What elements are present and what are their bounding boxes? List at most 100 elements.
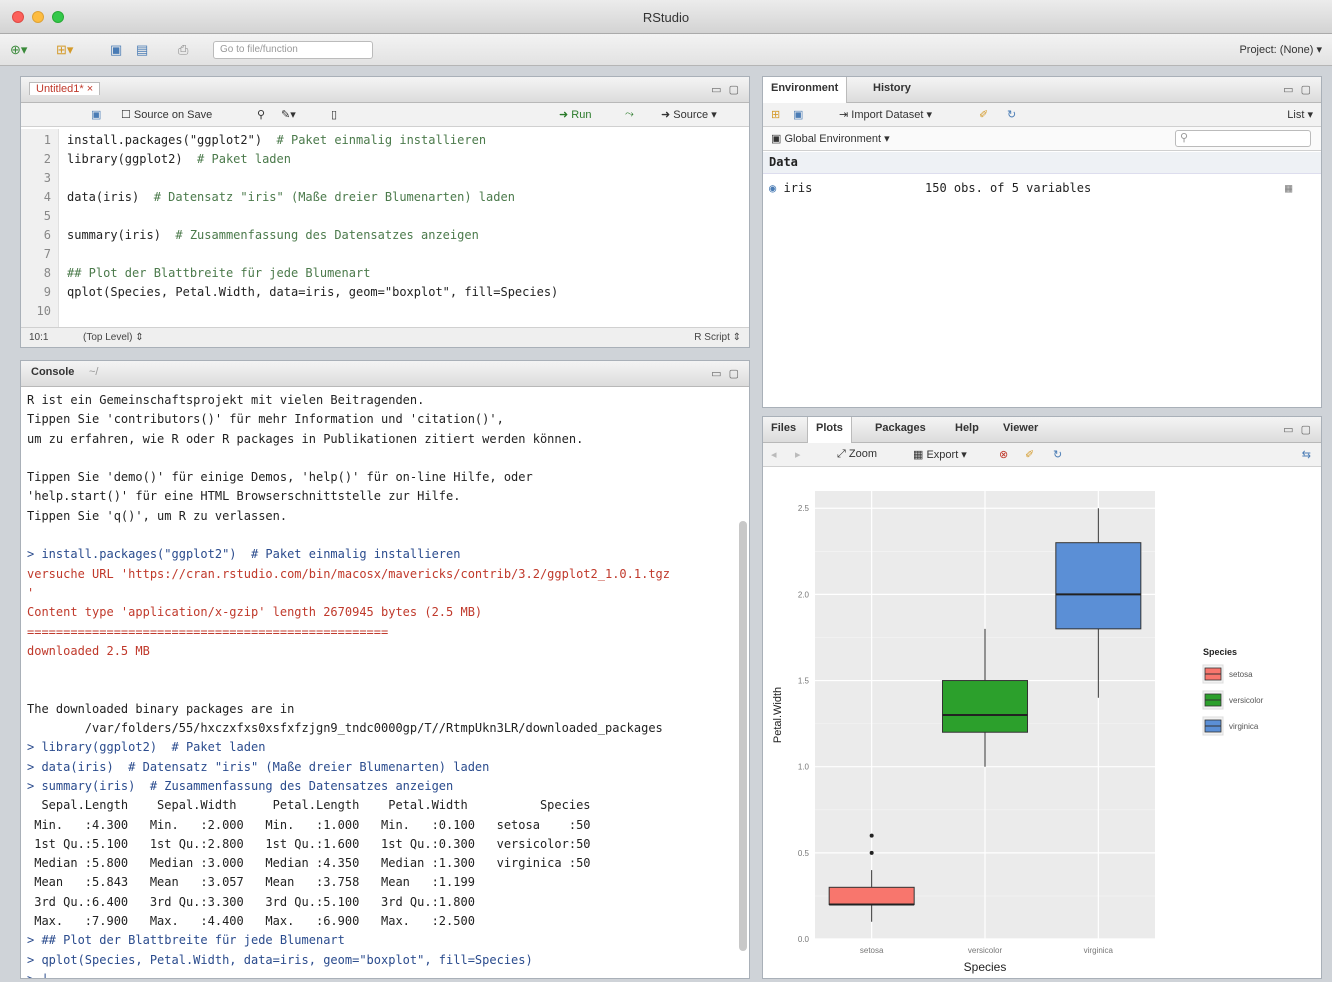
load-workspace-icon[interactable]: ⊞ xyxy=(771,108,780,121)
save-all-icon[interactable]: ▤ xyxy=(136,42,148,58)
go-to-file-input[interactable]: Go to file/function xyxy=(213,41,373,59)
print-icon[interactable]: ⎙ xyxy=(178,42,188,58)
refresh-icon[interactable]: ↻ xyxy=(1007,108,1016,121)
broom-icon[interactable]: ✐ xyxy=(1025,448,1034,461)
environment-pane-header: Environment History ▭ ▢ xyxy=(763,77,1321,103)
tab-untitled1[interactable]: Untitled1* × xyxy=(29,82,101,95)
code-line[interactable]: 10 xyxy=(21,302,749,321)
code-segment: install.packages("ggplot2") xyxy=(67,133,263,147)
open-project-icon[interactable]: ⊞▾ xyxy=(56,42,73,58)
tab-plots[interactable]: Plots xyxy=(807,417,852,443)
source-label: Source xyxy=(673,109,709,121)
search-icon[interactable]: ⚲ xyxy=(257,108,265,121)
code-segment: data(iris) xyxy=(67,190,140,204)
environment-scope-bar: ▣ Global Environment ▾ ⚲ xyxy=(763,127,1321,151)
compile-icon[interactable]: ▯ xyxy=(331,108,337,121)
console-scrollbar[interactable] xyxy=(739,521,747,951)
code-line[interactable]: 5 xyxy=(21,207,749,226)
source-on-save-checkbox[interactable]: ☐ Source on Save xyxy=(121,108,212,121)
back-arrow-icon[interactable]: ◂ xyxy=(771,448,777,461)
project-menu[interactable]: Project: (None) ▾ xyxy=(1239,43,1322,56)
pane-window-controls[interactable]: ▭ ▢ xyxy=(1283,423,1313,436)
x-tick-label: versicolor xyxy=(968,946,1003,955)
source-button[interactable]: ➜ Source ▾ xyxy=(661,108,717,121)
pane-window-controls[interactable]: ▭ ▢ xyxy=(711,83,741,96)
code-line[interactable]: 7 xyxy=(21,245,749,264)
rerun-icon[interactable]: ⤳ xyxy=(625,108,634,121)
refresh-icon[interactable]: ↻ xyxy=(1053,448,1062,461)
y-tick-label: 2.0 xyxy=(798,590,810,599)
code-line[interactable]: 1 install.packages("ggplot2") # Paket ein… xyxy=(21,131,749,150)
box-setosa xyxy=(828,886,915,906)
save-icon[interactable]: ▣ xyxy=(91,108,101,121)
file-type-selector[interactable]: R Script ⇕ xyxy=(694,332,741,343)
code-line[interactable]: 2 library(ggplot2) # Paket laden xyxy=(21,150,749,169)
zoom-label: Zoom xyxy=(848,448,877,460)
code-comment: # Paket einmalig installieren xyxy=(262,133,487,147)
global-environment-dropdown[interactable]: ▣ Global Environment ▾ xyxy=(771,132,890,145)
environment-pane: Environment History ▭ ▢ ⊞ ▣ ⇥ Import Dat… xyxy=(762,76,1322,408)
console-line: Max. :7.900 Max. :4.400 Max. :6.900 Max.… xyxy=(27,914,605,929)
line-number: 4 xyxy=(43,190,51,204)
data-section-header: Data xyxy=(763,152,1321,174)
line-number: 9 xyxy=(43,285,51,299)
code-line[interactable]: 4 data(iris) # Datensatz "iris" (Maße dre… xyxy=(21,188,749,207)
run-button[interactable]: ➜ Run xyxy=(559,108,591,121)
tab-packages[interactable]: Packages xyxy=(875,422,926,434)
code-line[interactable]: 3 xyxy=(21,169,749,188)
environment-search-input[interactable]: ⚲ xyxy=(1175,130,1311,147)
import-dataset-button[interactable]: ⇥ Import Dataset ▾ xyxy=(839,108,932,121)
code-segment: summary(iris) xyxy=(67,228,161,242)
console-line: > | xyxy=(27,970,727,978)
plots-pane: Files Plots Packages Help Viewer ▭ ▢ ◂ ▸… xyxy=(762,416,1322,979)
tab-files[interactable]: Files xyxy=(771,422,796,434)
expand-icon[interactable]: ◉ xyxy=(769,181,776,195)
pane-window-controls[interactable]: ▭ ▢ xyxy=(711,367,741,380)
console-line: R ist ein Gemeinschaftsprojekt mit viele… xyxy=(27,393,425,407)
env-var-value: 150 obs. of 5 variables xyxy=(925,181,1092,195)
forward-arrow-icon[interactable]: ▸ xyxy=(795,448,801,461)
outlier-point xyxy=(869,850,874,855)
line-number: 1 xyxy=(43,133,51,147)
console-line: Tippen Sie 'contributors()' für mehr Inf… xyxy=(27,412,504,427)
code-line[interactable]: 6 summary(iris) # Zusammenfassung des Dat… xyxy=(21,226,749,245)
console-line: > data(iris) # Datensatz "iris" (Maße dr… xyxy=(27,759,490,774)
save-workspace-icon[interactable]: ▣ xyxy=(793,108,803,121)
sync-icon[interactable]: ⇆ xyxy=(1302,448,1311,461)
code-segment: library(ggplot2) xyxy=(67,152,183,166)
environment-toolbar: ⊞ ▣ ⇥ Import Dataset ▾ ✐ ↻ List ▾ xyxy=(763,103,1321,127)
console-line: ========================================… xyxy=(27,624,389,639)
remove-plot-icon[interactable]: ⊗ xyxy=(999,448,1008,461)
export-button[interactable]: ▦ Export ▾ xyxy=(913,448,967,461)
scope-selector[interactable]: (Top Level) ⇕ xyxy=(83,332,144,343)
wand-icon[interactable]: ✎▾ xyxy=(281,108,296,121)
tab-environment[interactable]: Environment xyxy=(763,77,848,103)
list-view-menu[interactable]: List ▾ xyxy=(1287,108,1313,121)
console-line: Tippen Sie 'q()', um R zu verlassen. xyxy=(27,508,288,523)
new-file-icon[interactable]: ⊕▾ xyxy=(10,42,27,58)
env-row-iris[interactable]: ◉ iris 150 obs. of 5 variables ▦ xyxy=(769,181,1292,195)
zoom-button[interactable]: ⤢ Zoom xyxy=(837,448,877,461)
outlier-point xyxy=(869,833,874,838)
plots-toolbar: ◂ ▸ ⤢ Zoom ▦ Export ▾ ⊗ ✐ ↻ ⇆ xyxy=(763,443,1321,467)
console-pane-header: Console ~/ ▭ ▢ xyxy=(21,361,749,387)
source-status-bar: 10:1 (Top Level) ⇕ R Script ⇕ xyxy=(21,327,749,347)
tab-viewer[interactable]: Viewer xyxy=(1003,422,1038,434)
view-data-icon[interactable]: ▦ xyxy=(1285,181,1292,195)
console-output[interactable]: R ist ein Gemeinschaftsprojekt mit viele… xyxy=(21,387,733,978)
tab-console[interactable]: Console xyxy=(31,366,74,378)
pane-window-controls[interactable]: ▭ ▢ xyxy=(1283,83,1313,96)
code-line[interactable]: 9 qplot(Species, Petal.Width, data=iris, … xyxy=(21,283,749,302)
broom-icon[interactable]: ✐ xyxy=(979,108,988,121)
tab-history[interactable]: History xyxy=(873,82,911,94)
code-editor[interactable]: 1 install.packages("ggplot2") # Paket ein… xyxy=(21,129,749,327)
console-line: Mean :5.843 Mean :3.057 Mean :3.758 Mean… xyxy=(27,875,605,890)
window-title: RStudio xyxy=(642,10,690,25)
code-line[interactable]: 8 ## Plot der Blattbreite für jede Blumen… xyxy=(21,264,749,283)
save-icon[interactable]: ▣ xyxy=(110,42,122,58)
source-toolbar: ▣ ☐ Source on Save ⚲ ✎▾ ▯ ➜ Run ⤳ ➜ Sour… xyxy=(21,103,749,127)
tab-help[interactable]: Help xyxy=(955,422,979,434)
cursor-position: 10:1 xyxy=(29,332,49,343)
